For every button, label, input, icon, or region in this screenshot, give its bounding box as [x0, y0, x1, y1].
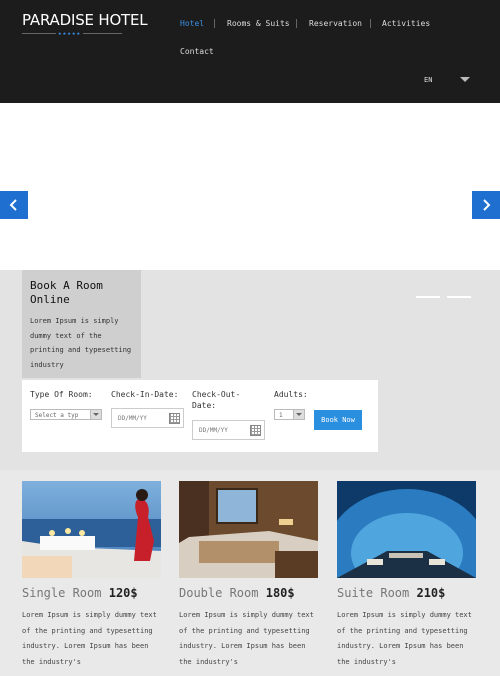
room-name-suite[interactable]: Suite Room 210$	[337, 586, 445, 600]
double-room-photo	[179, 481, 318, 578]
room-description: Lorem Ipsum is simply dummy text of the …	[337, 611, 472, 666]
room-image-suite[interactable]	[337, 481, 476, 578]
slider-indicator[interactable]	[416, 296, 440, 298]
suite-room-photo	[337, 481, 476, 578]
room-name-single[interactable]: Single Room 120$	[22, 586, 138, 600]
booking-title: Book A Room Online	[30, 279, 103, 306]
logo-text: PARADISE HOTEL	[22, 11, 148, 29]
chevron-left-icon	[9, 199, 17, 211]
nav-activities[interactable]: Activities	[382, 19, 430, 28]
room-price: 210$	[416, 586, 446, 600]
site-header: PARADISE HOTEL ★★★★★ Hotel Rooms & Suits…	[0, 0, 500, 103]
book-now-button[interactable]: Book Now	[314, 410, 362, 430]
chevron-right-icon	[483, 199, 491, 211]
booking-form: Type Of Room: Select a typ Check-In-Date…	[22, 380, 378, 452]
slider-indicator[interactable]	[447, 296, 471, 298]
room-title: Double Room	[179, 586, 259, 600]
room-card-suite[interactable]: Suite Room 210$ Lorem Ipsum is simply du…	[337, 481, 476, 666]
booking-description: Lorem Ipsum is simply dummy text of the …	[30, 317, 132, 369]
room-type-label: Type Of Room:	[30, 390, 93, 399]
nav-separator	[296, 19, 297, 28]
room-description: Lorem Ipsum is simply dummy text of the …	[179, 611, 314, 666]
language-select[interactable]: EN	[424, 76, 432, 84]
rooms-section: Single Room 120$ Lorem Ipsum is simply d…	[0, 470, 500, 676]
nav-separator	[214, 19, 215, 28]
caret-down-icon[interactable]	[460, 77, 470, 82]
dropdown-arrow-icon	[90, 410, 101, 419]
logo[interactable]: PARADISE HOTEL ★★★★★	[22, 11, 148, 38]
single-room-photo	[22, 481, 161, 578]
room-title: Suite Room	[337, 586, 410, 600]
room-image-single[interactable]	[22, 481, 161, 578]
calendar-icon[interactable]	[250, 425, 261, 436]
room-image-double[interactable]	[179, 481, 318, 578]
checkout-placeholder: DD/MM/YY	[199, 427, 228, 434]
nav-separator	[370, 19, 371, 28]
adults-label: Adults:	[274, 390, 308, 399]
room-price: 120$	[108, 586, 138, 600]
room-type-value: Select a typ	[35, 412, 79, 419]
booking-section: Book A Room Online Lorem Ipsum is simply…	[0, 270, 500, 470]
booking-intro-panel: Book A Room Online Lorem Ipsum is simply…	[22, 270, 141, 378]
logo-stars: ★★★★★	[56, 30, 84, 38]
adults-value: 1	[279, 412, 283, 419]
adults-select[interactable]: 1	[274, 409, 305, 420]
nav-reservation[interactable]: Reservation	[309, 19, 362, 28]
hero-slider	[0, 103, 500, 270]
slider-prev-button[interactable]	[0, 191, 28, 219]
room-name-double[interactable]: Double Room 180$	[179, 586, 295, 600]
checkin-label: Check-In-Date:	[111, 390, 179, 399]
calendar-icon[interactable]	[169, 413, 180, 424]
room-card-double[interactable]: Double Room 180$ Lorem Ipsum is simply d…	[179, 481, 318, 666]
room-type-select[interactable]: Select a typ	[30, 409, 102, 420]
checkout-label: Check-Out-Date:	[192, 390, 241, 410]
room-description: Lorem Ipsum is simply dummy text of the …	[22, 611, 157, 666]
dropdown-arrow-icon	[293, 410, 304, 419]
checkin-placeholder: DD/MM/YY	[118, 415, 147, 422]
room-price: 180$	[265, 586, 295, 600]
nav-hotel[interactable]: Hotel	[180, 19, 204, 28]
checkout-date-input[interactable]: DD/MM/YY	[192, 420, 265, 440]
room-card-single[interactable]: Single Room 120$ Lorem Ipsum is simply d…	[22, 481, 161, 666]
checkin-date-input[interactable]: DD/MM/YY	[111, 408, 184, 428]
slider-next-button[interactable]	[472, 191, 500, 219]
nav-rooms-suits[interactable]: Rooms & Suits	[227, 19, 290, 28]
nav-contact[interactable]: Contact	[180, 47, 214, 56]
room-title: Single Room	[22, 586, 102, 600]
